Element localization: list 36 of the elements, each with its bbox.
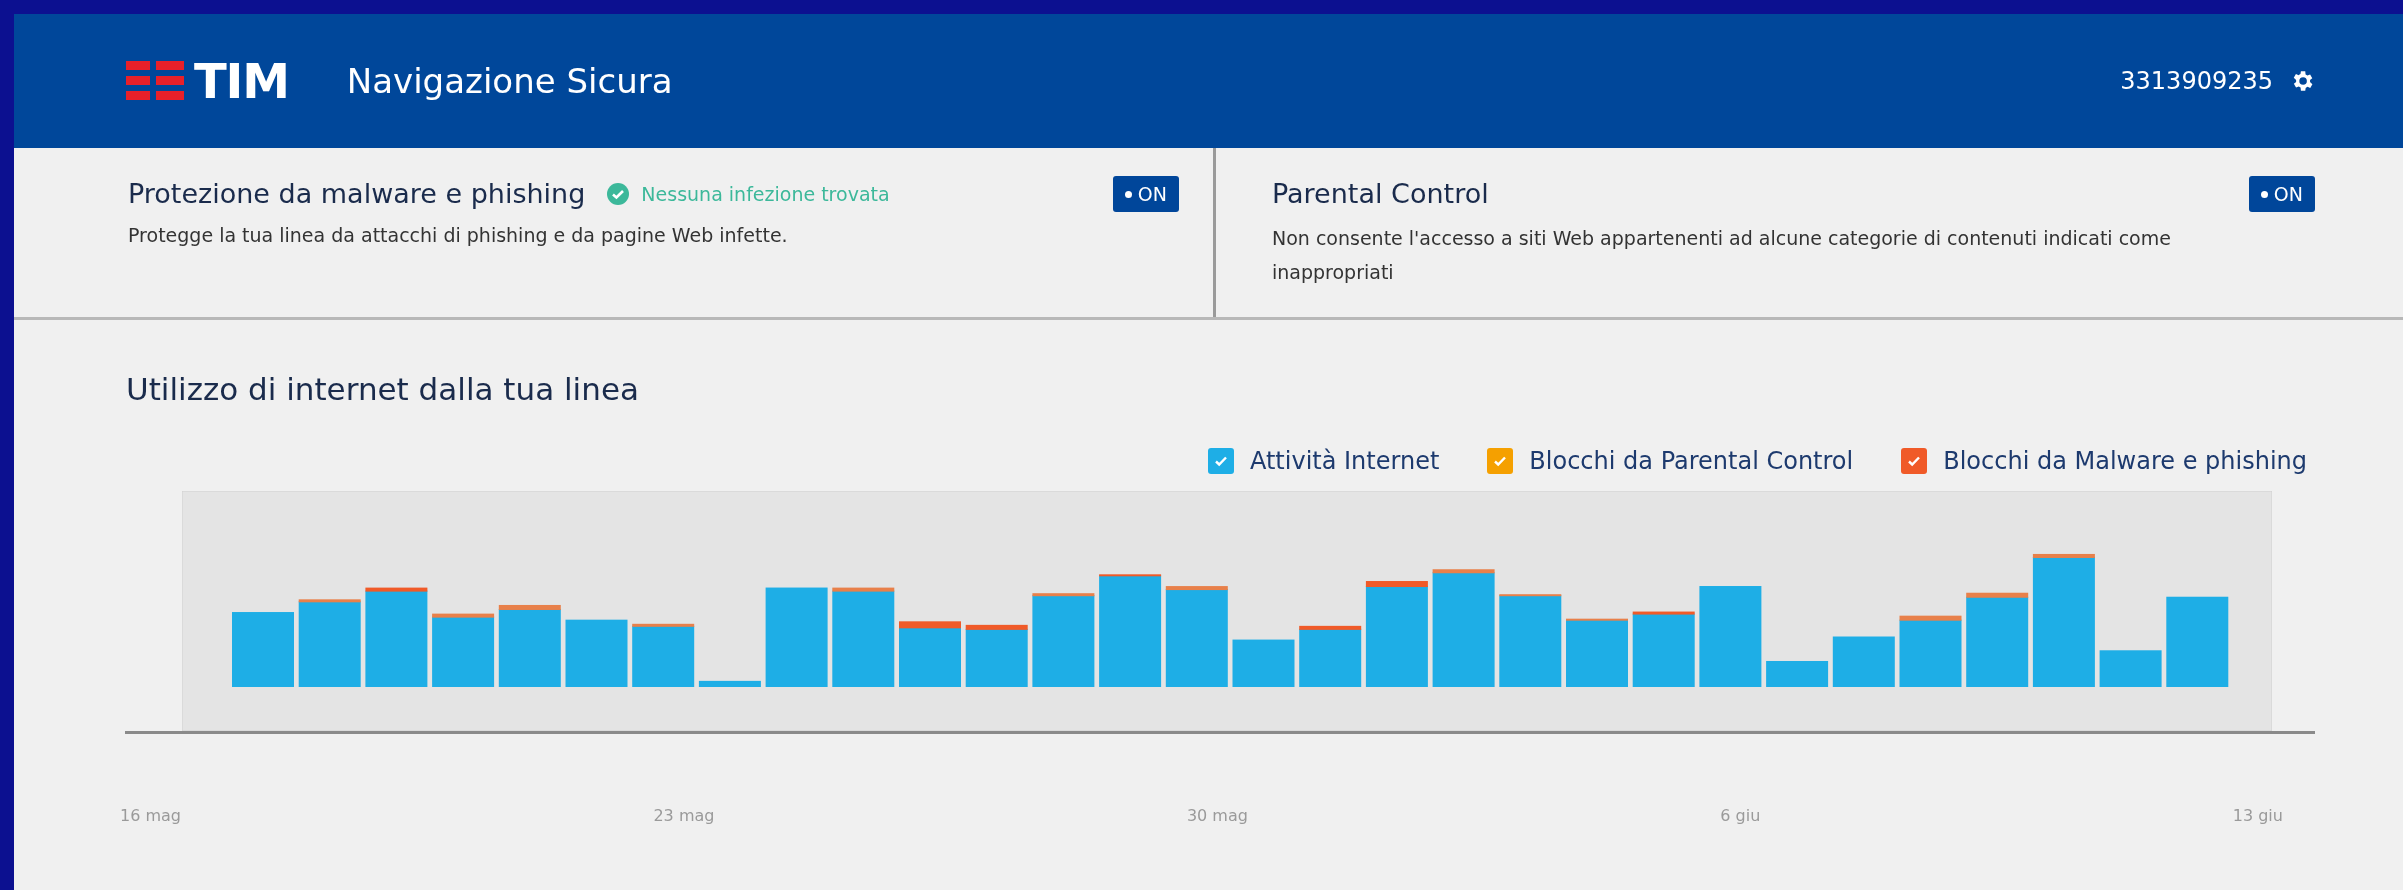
axis-date-label: 13 giu [2232,804,2283,827]
axis-date-label: 16 mag [120,804,181,827]
service-description: Protegge la tua linea da attacchi di phishing e da pagine Web infette. [128,222,789,248]
chart-bar [1899,615,1962,687]
chart-bar [2099,649,2162,687]
chart-bar [632,623,695,687]
chart-bar [1766,660,1829,687]
legend-label: Attività Internet [1249,445,1440,477]
chart-bar [1832,636,1895,687]
logo-mark-icon [126,61,184,101]
chart-bar [698,680,761,687]
account-number: 3313909235 [2120,66,2273,97]
app-title: Navigazione Sicura [346,59,673,103]
axis-date-label: 23 mag [653,804,715,827]
service-description: Non consente l'accesso a siti Web appartenenti ad alcune categorie di contenuti indicati come inappropriati [1272,225,2172,285]
chart-bar [1299,625,1362,687]
chart-bar [565,619,628,687]
legend-checkbox[interactable] [1901,447,1928,474]
legend-checkbox[interactable] [1207,447,1234,474]
chart-bar [965,624,1028,687]
axis-date-label: 30 mag [1186,804,1248,827]
legend-label: Blocchi da Malware e phishing [1943,445,2307,477]
chart-bar [1566,618,1628,687]
service-title: Parental Control [1272,177,1489,211]
status-text: Nessuna infezione trovata [641,182,890,207]
on-toggle[interactable]: ON [1112,176,1179,213]
chart-bar [1232,639,1295,687]
on-toggle[interactable]: ON [2248,176,2315,213]
logo: TIM [126,45,289,117]
legend-label: Blocchi da Parental Control [1529,445,1854,477]
chart-bar [899,620,961,687]
service-title: Protezione da malware e phishing [128,177,586,211]
section-title: Utilizzo di internet dalla tua linea [125,370,640,409]
check-circle-icon [607,183,630,206]
legend-checkbox[interactable] [1487,447,1514,474]
axis-date-label: 6 giu [1720,804,1761,827]
